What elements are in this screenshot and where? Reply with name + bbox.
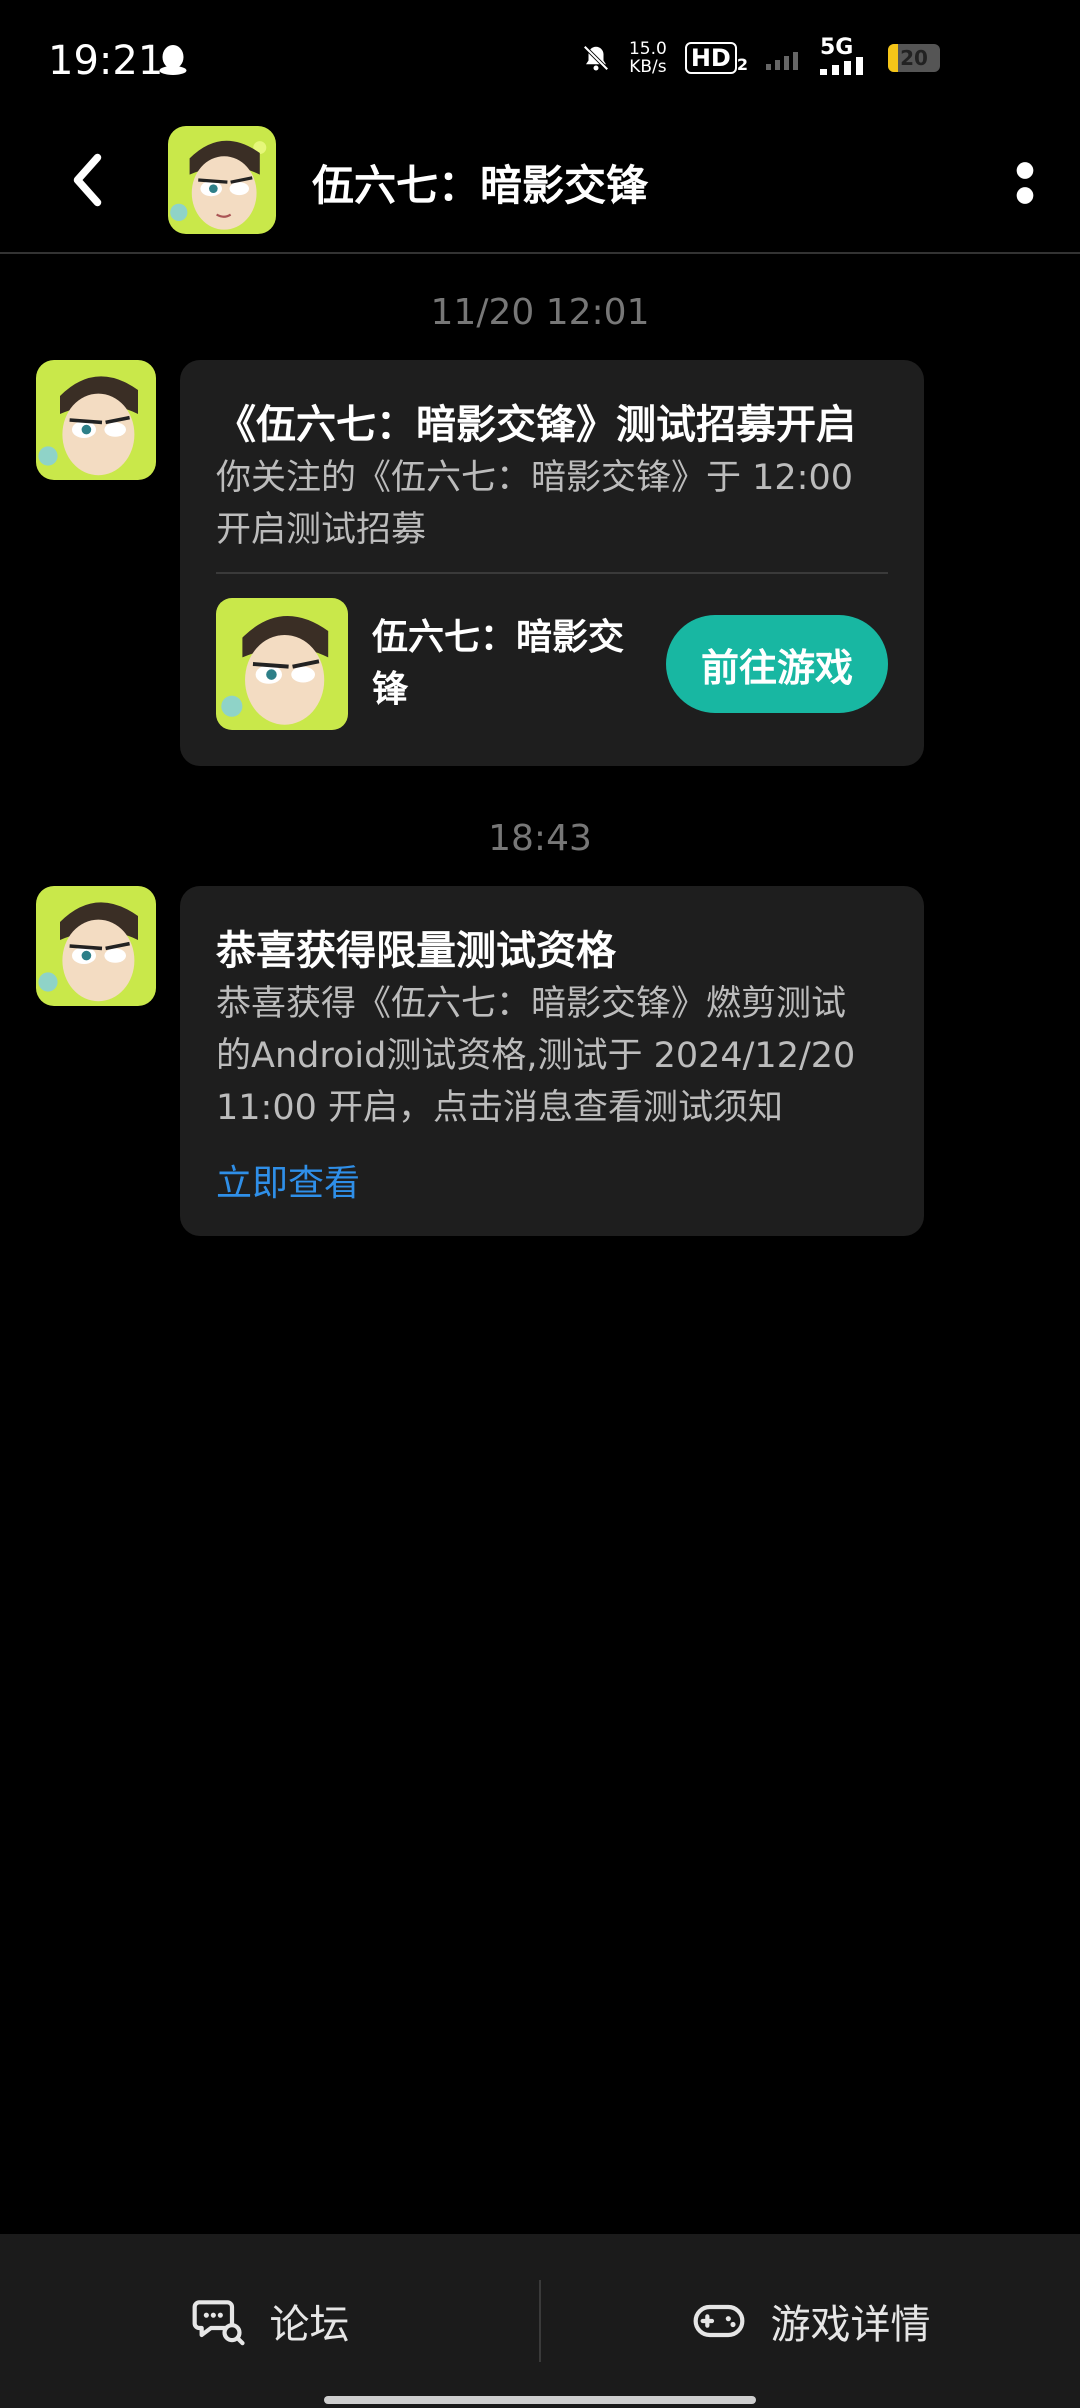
- message-body-line: 恭喜获得《伍六七：暗影交锋》燃剪测试: [216, 984, 847, 1024]
- game-thumbnail[interactable]: [216, 598, 348, 730]
- character-avatar-icon: [36, 886, 156, 1006]
- character-avatar-icon: [216, 598, 348, 730]
- message-card[interactable]: 恭喜获得限量测试资格 恭喜获得《伍六七：暗影交锋》燃剪测试 的Android测试…: [180, 886, 924, 1236]
- more-options-icon[interactable]: [1010, 158, 1040, 208]
- message-body-line: 开启测试招募: [216, 510, 427, 550]
- signal-strong-icon: [820, 57, 863, 75]
- character-avatar-icon: [168, 126, 276, 234]
- message-body-line: 11:00 开启，点击消息查看测试须知: [216, 1088, 783, 1128]
- hd-label: HD: [684, 42, 737, 74]
- forum-icon: [192, 2300, 245, 2346]
- qq-icon: [159, 45, 187, 75]
- game-name: 伍六七：暗影交 锋: [372, 612, 642, 716]
- card-divider: [216, 572, 888, 574]
- message-title: 恭喜获得限量测试资格: [216, 928, 616, 974]
- message-title: 《伍六七：暗影交锋》测试招募开启: [216, 402, 856, 448]
- character-avatar-icon: [36, 360, 156, 480]
- hd-badge: HD 2: [684, 42, 748, 74]
- message-timestamp: 18:43: [488, 818, 592, 859]
- game-avatar[interactable]: [168, 126, 276, 234]
- page-title: 伍六七：暗影交锋: [312, 161, 649, 210]
- view-now-link[interactable]: 立即查看: [216, 1154, 360, 1206]
- bell-muted-icon: [583, 45, 609, 71]
- message-body-line: 的Android测试资格,测试于 2024/12/20: [216, 1036, 856, 1076]
- home-indicator[interactable]: [324, 2396, 756, 2404]
- status-bar: 19:21 15.0 KB/s HD 2 5G 20: [0, 0, 1080, 120]
- sender-avatar[interactable]: [36, 886, 156, 1006]
- speed-value: 15.0: [628, 39, 667, 59]
- network-speed: 15.0 KB/s: [629, 40, 667, 76]
- go-to-game-button[interactable]: 前往游戏: [666, 615, 888, 713]
- tab-forum[interactable]: 论坛: [0, 2234, 539, 2408]
- speed-unit: KB/s: [629, 57, 667, 77]
- hd-sub: 2: [736, 55, 748, 74]
- tab-game-details[interactable]: 游戏详情: [541, 2234, 1080, 2408]
- battery-level: 20: [900, 46, 928, 70]
- tab-game-details-label: 游戏详情: [770, 2302, 931, 2348]
- game-name-line: 锋: [372, 669, 409, 710]
- game-name-line: 伍六七：暗影交: [372, 617, 625, 658]
- message-card[interactable]: 《伍六七：暗影交锋》测试招募开启 你关注的《伍六七：暗影交锋》于 12:00 开…: [180, 360, 924, 766]
- bottom-bar: 论坛 游戏详情: [0, 2234, 1080, 2408]
- status-time: 19:21: [48, 38, 164, 84]
- signal-5g: 5G: [820, 35, 870, 75]
- sender-avatar[interactable]: [36, 360, 156, 480]
- back-arrow-icon[interactable]: [60, 150, 120, 210]
- battery-indicator: 20: [888, 44, 940, 72]
- status-icons: 15.0 KB/s HD 2 5G 20: [581, 35, 940, 76]
- signal-weak-icon: [766, 52, 798, 70]
- message-body: 你关注的《伍六七：暗影交锋》于 12:00 开启测试招募: [216, 452, 888, 556]
- message-body-line: 你关注的《伍六七：暗影交锋》于 12:00: [216, 458, 853, 498]
- app-bar: 伍六七：暗影交锋: [0, 120, 1080, 254]
- tab-forum-label: 论坛: [269, 2302, 350, 2348]
- gamepad-icon: [693, 2304, 744, 2338]
- message-timestamp: 11/20 12:01: [430, 292, 650, 333]
- message-body: 恭喜获得《伍六七：暗影交锋》燃剪测试 的Android测试资格,测试于 2024…: [216, 978, 888, 1134]
